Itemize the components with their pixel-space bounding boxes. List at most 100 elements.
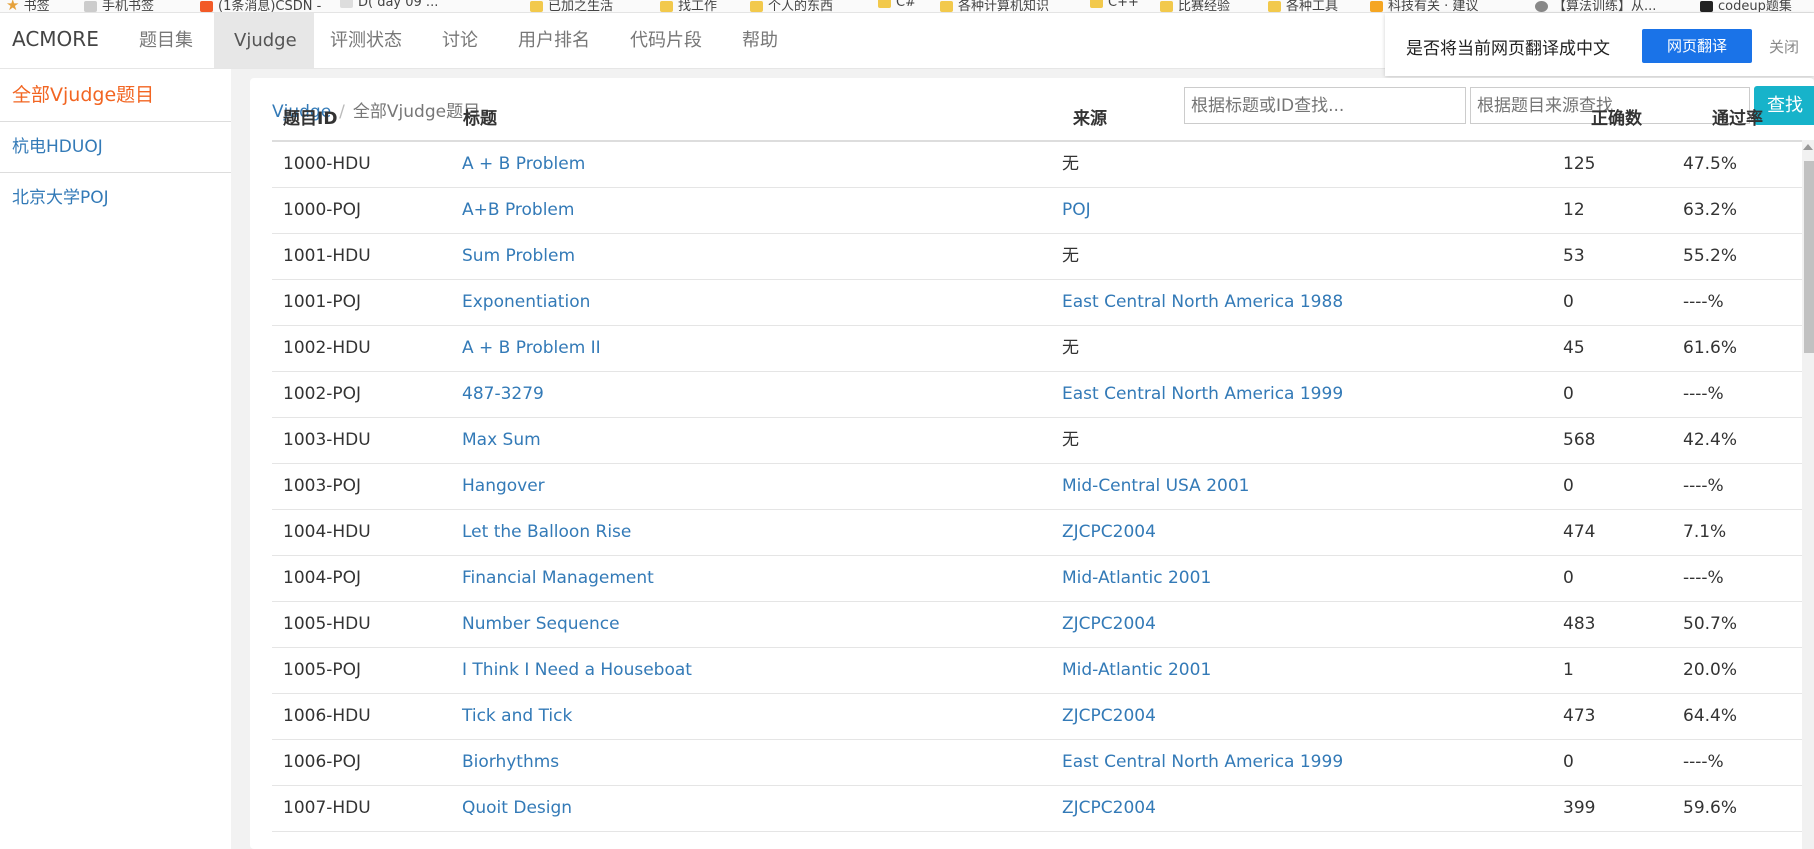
table-row: 1005-HDU Number Sequence ZJCPC2004 483 50.7% [272,602,1802,648]
pass-rate: ----% [1683,384,1724,404]
pass-rate: 47.5% [1683,154,1738,174]
problem-title-link[interactable]: A + B Problem II [462,326,601,371]
problem-title-link[interactable]: Hangover [462,464,545,509]
table-row: 1000-POJ A+B Problem POJ 12 63.2% [272,188,1802,234]
problem-title-link[interactable]: Quoit Design [462,786,572,831]
problem-id: 1006-POJ [283,752,362,772]
pass-rate: 7.1% [1683,522,1727,542]
problem-id: 1003-POJ [283,476,362,496]
column-header-source[interactable]: 来源 [1073,104,1107,129]
sidebar-item-hduoj[interactable]: 杭电HDUOJ [0,122,231,173]
bookmark-item[interactable]: 个人的东西 [750,0,833,12]
folder-icon [940,1,953,12]
nav-item-status[interactable]: 评测状态 [310,13,422,68]
folder-icon [530,1,543,12]
column-header-title[interactable]: 标题 [463,104,497,129]
problem-id: 1003-HDU [283,430,371,450]
problem-source-link[interactable]: ZJCPC2004 [1062,694,1156,739]
nav-item-help[interactable]: 帮助 [722,13,798,68]
nav-item-ranklist[interactable]: 用户排名 [498,13,610,68]
bookmark-item[interactable]: 【算法训练】从... [1535,0,1656,12]
nav-item-snippets[interactable]: 代码片段 [610,13,722,68]
problem-source-link[interactable]: Mid-Atlantic 2001 [1062,648,1211,693]
sidebar-item-poj[interactable]: 北京大学POJ [0,173,231,223]
globe-icon [1535,1,1548,12]
translate-close-button[interactable]: 关闭 [1769,36,1799,57]
brand-logo[interactable]: ACMORE [12,27,99,51]
pass-rate: 64.4% [1683,706,1738,726]
pass-rate: 59.6% [1683,798,1738,818]
problem-source-link[interactable]: Mid-Atlantic 2001 [1062,556,1211,601]
accepted-count: 12 [1563,200,1585,220]
translate-popup: 是否将当前网页翻译成中文 网页翻译 关闭 [1385,13,1814,76]
problem-id: 1000-HDU [283,154,371,174]
bookmark-item[interactable]: (1条消息)CSDN - [200,0,321,12]
search-button[interactable]: 查找 [1754,86,1814,125]
problem-title-link[interactable]: Financial Management [462,556,654,601]
problem-source-link[interactable]: East Central North America 1999 [1062,372,1343,417]
problem-source-link[interactable]: POJ [1062,188,1091,233]
problem-title-link[interactable]: 487-3279 [462,372,544,417]
problem-title-link[interactable]: Number Sequence [462,602,620,647]
problem-source-link[interactable]: East Central North America 1999 [1062,740,1343,785]
nav-item-vjudge[interactable]: Vjudge [214,13,314,68]
scroll-up-arrow-icon[interactable] [1803,144,1813,150]
pass-rate: 61.6% [1683,338,1738,358]
bookmark-item[interactable]: ★ 书签 [6,0,50,12]
table-row: 1003-HDU Max Sum 无 568 42.4% [272,418,1802,464]
page-icon [340,0,353,8]
problem-title-link[interactable]: I Think I Need a Houseboat [462,648,692,693]
problem-source-link[interactable]: Mid-Central USA 2001 [1062,464,1249,509]
column-header-id[interactable]: 题目ID [283,104,337,129]
problem-title-link[interactable]: Sum Problem [462,234,575,279]
pass-rate: 42.4% [1683,430,1738,450]
pass-rate: 50.7% [1683,614,1738,634]
problem-id: 1004-HDU [283,522,371,542]
bookmark-item[interactable]: 各种工具 [1268,0,1338,12]
table-row: 1004-HDU Let the Balloon Rise ZJCPC2004 474… [272,510,1802,556]
problem-source-link[interactable]: ZJCPC2004 [1062,786,1156,831]
bookmark-item[interactable]: C# [878,0,916,10]
problem-source-link[interactable]: ZJCPC2004 [1062,602,1156,647]
problem-title-link[interactable]: Biorhythms [462,740,559,785]
problem-id: 1001-HDU [283,246,371,266]
scrollbar-thumb[interactable] [1804,161,1814,353]
table-row: 1005-POJ I Think I Need a Houseboat Mid-At… [272,648,1802,694]
nav-item-problemset[interactable]: 题目集 [119,13,213,68]
problem-title-link[interactable]: Let the Balloon Rise [462,510,631,555]
bookmark-item[interactable]: 找工作 [660,0,717,12]
main-panel: Vjudge/全部Vjudge题目 查找 题目ID 标题 来源 正确数 通过率 … [250,78,1814,849]
bookmarks-bar: ★ 书签 手机书签 (1条消息)CSDN - D( day 09 ... 已加之… [0,0,1814,13]
accepted-count: 0 [1563,476,1574,496]
problem-id: 1002-POJ [283,384,362,404]
bookmark-item[interactable]: 各种计算机知识 [940,0,1049,12]
problem-title-link[interactable]: Exponentiation [462,280,590,325]
problem-title-link[interactable]: A+B Problem [462,188,574,233]
bookmark-item[interactable]: 手机书签 [84,0,154,12]
column-header-rate[interactable]: 通过率 [1712,104,1763,129]
problem-title-link[interactable]: A + B Problem [462,142,585,187]
problem-source-link[interactable]: East Central North America 1988 [1062,280,1343,325]
problem-id: 1000-POJ [283,200,362,220]
column-header-accepted[interactable]: 正确数 [1591,104,1642,129]
folder-icon [1370,1,1383,12]
sidebar-item-all-vjudge[interactable]: 全部Vjudge题目 [0,69,231,122]
bookmark-item[interactable]: C++ [1090,0,1139,10]
problem-title-link[interactable]: Max Sum [462,418,541,463]
bookmark-item[interactable]: 科技有关 · 建议 [1370,0,1478,12]
code-icon [1700,1,1713,12]
problem-id: 1006-HDU [283,706,371,726]
title-search-input[interactable] [1184,87,1466,124]
pass-rate: ----% [1683,568,1724,588]
breadcrumb-current: 全部Vjudge题目 [352,102,481,122]
translate-button[interactable]: 网页翻译 [1642,29,1752,63]
bookmark-item[interactable]: D( day 09 ... [340,0,438,10]
pass-rate: 63.2% [1683,200,1738,220]
pass-rate: ----% [1683,292,1724,312]
bookmark-item[interactable]: codeup题集 [1700,0,1792,12]
nav-item-discuss[interactable]: 讨论 [422,13,498,68]
problem-title-link[interactable]: Tick and Tick [462,694,572,739]
problem-source-link[interactable]: ZJCPC2004 [1062,510,1156,555]
bookmark-item[interactable]: 比赛经验 [1160,0,1230,12]
bookmark-item[interactable]: 已加之生活 [530,0,613,12]
